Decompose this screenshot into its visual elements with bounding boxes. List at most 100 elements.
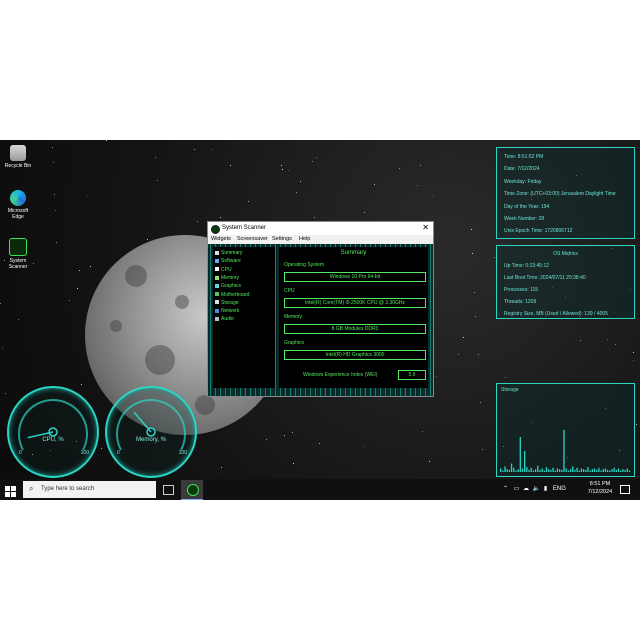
- cpu-gauge-dial: [18, 399, 88, 451]
- motherboard-icon: [215, 292, 219, 297]
- menu-screensaver[interactable]: Screensaver: [237, 236, 268, 242]
- edge-icon: [10, 190, 26, 206]
- storage-activity-bar: [558, 469, 561, 472]
- speaker-icon[interactable]: 🔈: [533, 486, 540, 492]
- cpu-label: CPU: [284, 288, 295, 294]
- windows-logo-icon: [5, 486, 16, 497]
- gauge-max: 100: [178, 450, 187, 456]
- memory-gauge-dial: [116, 399, 186, 451]
- registry-row: Registry Size, MB (Used / Allowed): 139 …: [504, 311, 608, 317]
- storage-activity-bar: [543, 470, 545, 472]
- start-button[interactable]: [5, 484, 16, 497]
- nav-item-cpu[interactable]: CPU: [215, 267, 232, 273]
- summary-icon: [215, 250, 219, 255]
- os-label: Operating System: [284, 262, 325, 268]
- taskbar-system-scanner[interactable]: [181, 480, 203, 500]
- storage-panel: Storage: [496, 383, 635, 477]
- storage-activity-bar: [530, 467, 532, 472]
- gauge-min: 0: [117, 450, 120, 456]
- menu-settings[interactable]: Settings: [272, 236, 292, 242]
- uptime-row: Up Time: 0:23:45:12: [504, 263, 550, 269]
- menu-widgets[interactable]: Widgets: [211, 236, 231, 242]
- system-scanner-icon: [9, 238, 27, 256]
- nav-item-storage[interactable]: Storage: [215, 300, 239, 306]
- clock[interactable]: 8:51 PM 7/12/2024: [586, 481, 614, 495]
- window-title: System Scanner: [222, 225, 267, 231]
- search-box[interactable]: ⌕ Type here to search: [23, 481, 156, 498]
- os-metrics-title: OS Metrics: [553, 251, 578, 257]
- nav-item-motherboard[interactable]: Motherboard: [215, 292, 249, 298]
- memory-label: Memory: [284, 314, 303, 320]
- storage-activity-bar: [554, 470, 556, 472]
- nav-item-label: Storage: [221, 299, 239, 306]
- nav-item-label: Summary: [221, 250, 243, 256]
- wei-label: Windows Experience Index (WEI): [303, 372, 378, 378]
- task-view-icon[interactable]: [163, 485, 174, 495]
- storage-activity-bar: [567, 470, 569, 472]
- storage-activity-bar: [604, 468, 607, 472]
- nav-item-audio[interactable]: Audio: [215, 316, 234, 322]
- unix-epoch-row: Unix Epoch Time: 1720806712: [504, 228, 573, 234]
- chevron-up-icon[interactable]: ⌃: [503, 486, 508, 492]
- storage-activity-bar: [613, 467, 615, 472]
- network-icon[interactable]: ▭: [514, 486, 520, 492]
- storage-activity-bar: [591, 469, 594, 472]
- storage-activity-bar: [506, 469, 508, 472]
- close-icon[interactable]: ✕: [422, 223, 429, 232]
- storage-activity-bar: [510, 463, 513, 472]
- storage-activity-bar: [519, 437, 521, 472]
- system-scanner-window: System Scanner ✕ Widgets Screensaver Set…: [207, 221, 434, 397]
- storage-activity-bar: [517, 469, 519, 472]
- storage-activity-bar: [548, 469, 550, 472]
- summary-content: Summary Operating System Windows 10 Pro …: [279, 247, 428, 388]
- language-indicator[interactable]: ENG: [553, 486, 566, 492]
- desktop-icon-system-scanner[interactable]: System Scanner: [3, 238, 33, 270]
- nav-item-software[interactable]: Software: [215, 258, 241, 264]
- window-titlebar[interactable]: System Scanner ✕: [208, 222, 433, 235]
- date-row: Date: 7/12/2024: [504, 166, 540, 172]
- clock-time: 8:51 PM: [589, 481, 611, 487]
- day-of-year-row: Day of the Year: 194: [504, 204, 550, 210]
- wei-value: 5.9: [398, 370, 426, 380]
- storage-activity-bar: [580, 468, 583, 472]
- menu-help[interactable]: Help: [299, 236, 310, 242]
- desktop-icon-label: Recycle Bin: [4, 163, 32, 169]
- storage-activity-bar: [534, 469, 537, 472]
- desktop-icon-label: System Scanner: [8, 258, 28, 270]
- memory-icon: [215, 275, 219, 280]
- battery-icon[interactable]: ▮: [544, 486, 547, 492]
- storage-activity-bar: [615, 469, 618, 472]
- storage-activity-bar: [513, 467, 515, 472]
- week-number-row: Week Number: 28: [504, 216, 545, 222]
- storage-icon: [215, 300, 219, 305]
- system-scanner-icon: [187, 484, 199, 496]
- storage-activity-bar: [609, 470, 611, 472]
- storage-activity-bar: [500, 468, 502, 472]
- gauge-max: 100: [80, 450, 89, 456]
- storage-activity-bar: [596, 469, 598, 472]
- nav-item-summary[interactable]: Summary: [215, 250, 242, 256]
- cloud-icon[interactable]: ☁: [523, 486, 529, 492]
- nav-item-graphics[interactable]: Graphics: [215, 283, 241, 289]
- time-panel: Time: 8:51:52 PM Date: 7/12/2024 Weekday…: [496, 147, 635, 239]
- recycle-bin-icon: [10, 145, 26, 161]
- storage-activity-bar: [528, 469, 530, 472]
- notification-icon[interactable]: [620, 485, 630, 494]
- content-title: Summary: [340, 250, 367, 256]
- nav-item-label: Network: [221, 308, 240, 315]
- window-body: Summary Software CPU Memory Graphics Motherbo…: [208, 244, 433, 396]
- storage-activity-bar: [545, 467, 548, 472]
- storage-activity-bar: [561, 469, 563, 472]
- nav-item-memory[interactable]: Memory: [215, 275, 239, 281]
- storage-activity-bar: [565, 468, 567, 472]
- nav-item-network[interactable]: Network: [215, 308, 239, 314]
- app-icon: [211, 225, 220, 234]
- desktop-icon-recycle-bin[interactable]: Recycle Bin: [3, 145, 33, 169]
- os-value: Windows 10 Pro 64-bit: [284, 272, 426, 282]
- storage-activity-bar: [574, 469, 576, 472]
- storage-activity-bar: [624, 469, 626, 472]
- desktop-icon-edge[interactable]: Microsoft Edge: [3, 190, 33, 220]
- storage-activity-bar: [504, 466, 506, 472]
- network-icon: [215, 308, 219, 313]
- nav-item-label: Graphics: [221, 283, 242, 290]
